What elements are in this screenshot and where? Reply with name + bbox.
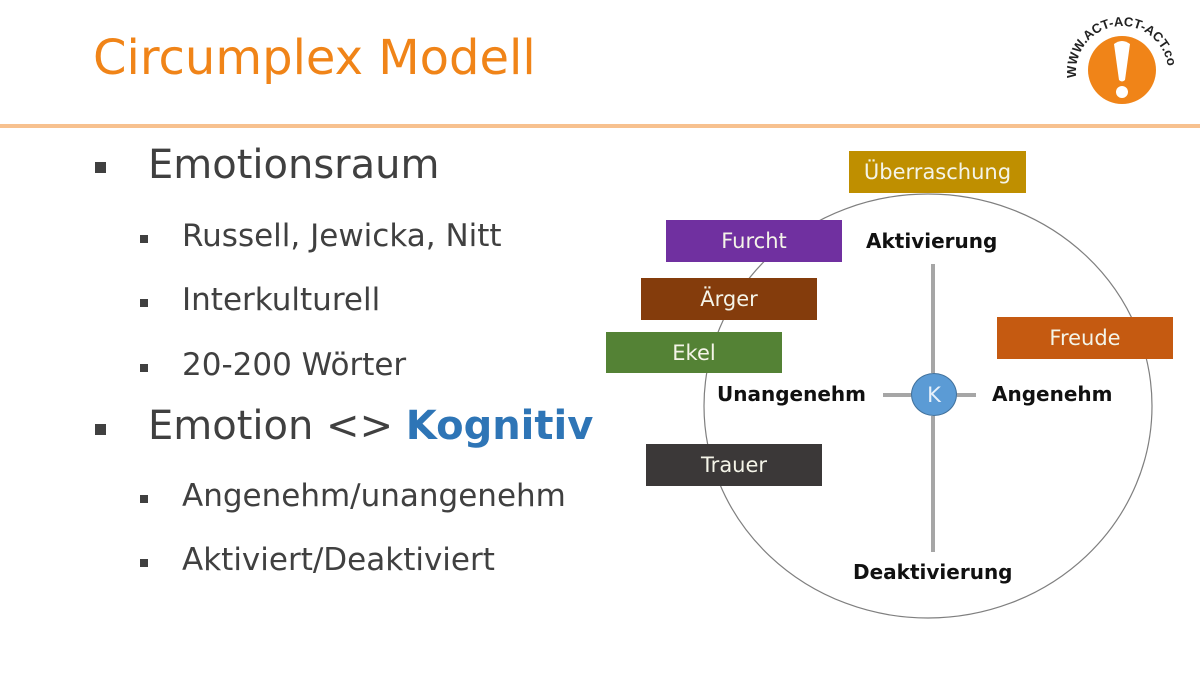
axis-label-aktivierung: Aktivierung	[866, 229, 998, 253]
axis-label-angenehm: Angenehm	[992, 382, 1113, 406]
center-node-k: K	[911, 373, 957, 416]
emotion-ueberraschung: Überraschung	[849, 151, 1026, 193]
emotion-label: Ekel	[672, 340, 716, 365]
axis-label-deaktivierung: Deaktivierung	[853, 560, 1013, 584]
emotion-label: Überraschung	[863, 160, 1012, 184]
emotion-label: Ärger	[700, 287, 758, 311]
emotion-ekel: Ekel	[606, 332, 782, 373]
emotion-label: Freude	[1049, 326, 1121, 350]
emotion-aerger: Ärger	[641, 278, 817, 320]
emotion-trauer: Trauer	[646, 444, 822, 486]
emotion-furcht: Furcht	[666, 220, 842, 262]
emotion-label: Trauer	[700, 453, 768, 477]
emotion-freude: Freude	[997, 317, 1173, 359]
emotion-label: Furcht	[721, 229, 787, 253]
axis-label-unangenehm: Unangenehm	[717, 382, 866, 406]
